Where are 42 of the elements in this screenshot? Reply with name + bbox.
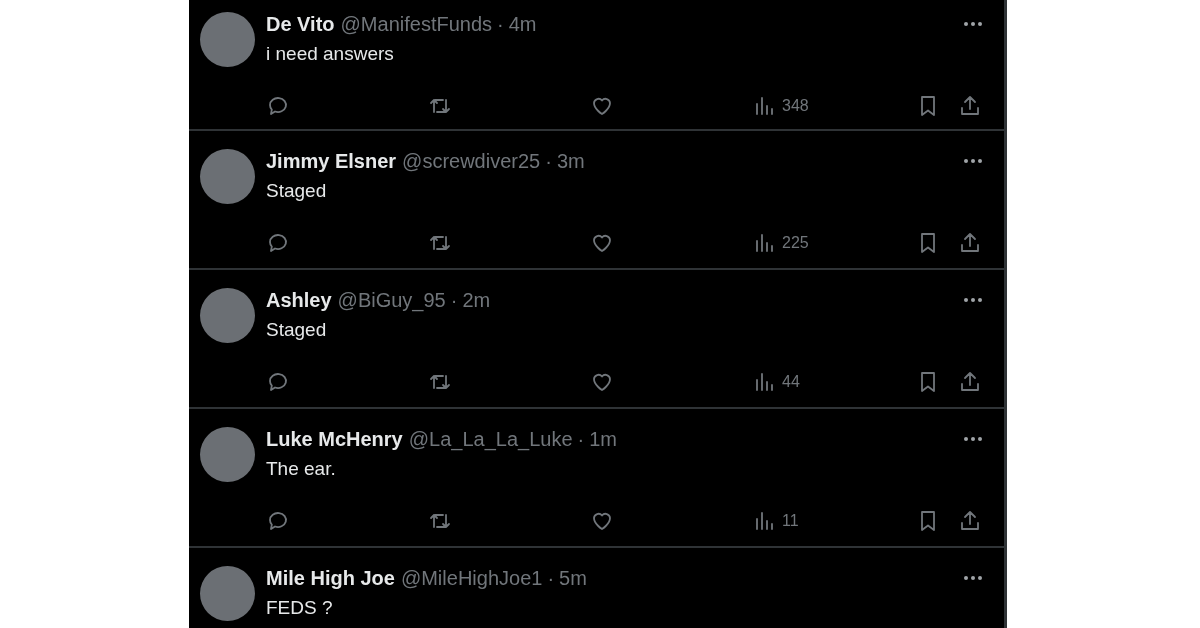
post-text: i need answers	[266, 42, 395, 66]
view-count: 225	[782, 234, 809, 252]
separator-dot: ·	[547, 566, 555, 590]
avatar-placeholder[interactable]	[200, 566, 255, 621]
separator-dot: ·	[450, 288, 458, 312]
author-name[interactable]: Luke McHenry	[266, 427, 403, 451]
speech-bubble-icon[interactable]	[266, 94, 290, 118]
author-name[interactable]: Mile High Joe	[266, 566, 395, 590]
post-time[interactable]: 2m	[462, 288, 491, 312]
author-name[interactable]: De Vito	[266, 12, 335, 36]
separator-dot: ·	[497, 12, 504, 36]
avatar-placeholder[interactable]	[200, 149, 255, 204]
avatar-placeholder[interactable]	[200, 12, 255, 67]
author-handle[interactable]: @ManifestFunds	[340, 12, 493, 36]
view-count: 348	[782, 97, 809, 115]
post-text: FEDS ?	[266, 596, 334, 620]
author-name[interactable]: Ashley	[266, 288, 332, 312]
avatar-placeholder[interactable]	[200, 427, 255, 482]
avatar-placeholder[interactable]	[200, 288, 255, 343]
post-time[interactable]: 4m	[508, 12, 537, 36]
speech-bubble-icon[interactable]	[266, 231, 290, 255]
author-handle[interactable]: @screwdiver25	[402, 149, 541, 173]
author-name[interactable]: Jimmy Elsner	[266, 149, 397, 173]
post-time[interactable]: 3m	[556, 149, 585, 173]
post-text: Staged	[266, 318, 328, 342]
share-icon[interactable]	[958, 94, 982, 118]
post-time[interactable]: 5m	[559, 566, 587, 590]
author-handle[interactable]: @BiGuy_95	[337, 288, 446, 312]
share-icon[interactable]	[958, 370, 982, 394]
separator-dot: ·	[545, 149, 552, 173]
share-icon[interactable]	[958, 509, 982, 533]
view-count: 44	[782, 373, 800, 391]
speech-bubble-icon[interactable]	[266, 370, 290, 394]
post-text: The ear.	[266, 457, 337, 481]
author-handle[interactable]: @La_La_La_Luke	[408, 427, 573, 451]
post-text: Staged	[266, 179, 328, 203]
share-icon[interactable]	[958, 231, 982, 255]
separator-dot: ·	[577, 427, 585, 451]
author-handle[interactable]: @MileHighJoe1	[400, 566, 543, 590]
post-time[interactable]: 1m	[589, 427, 617, 451]
speech-bubble-icon[interactable]	[266, 509, 290, 533]
view-count: 11	[782, 512, 799, 530]
